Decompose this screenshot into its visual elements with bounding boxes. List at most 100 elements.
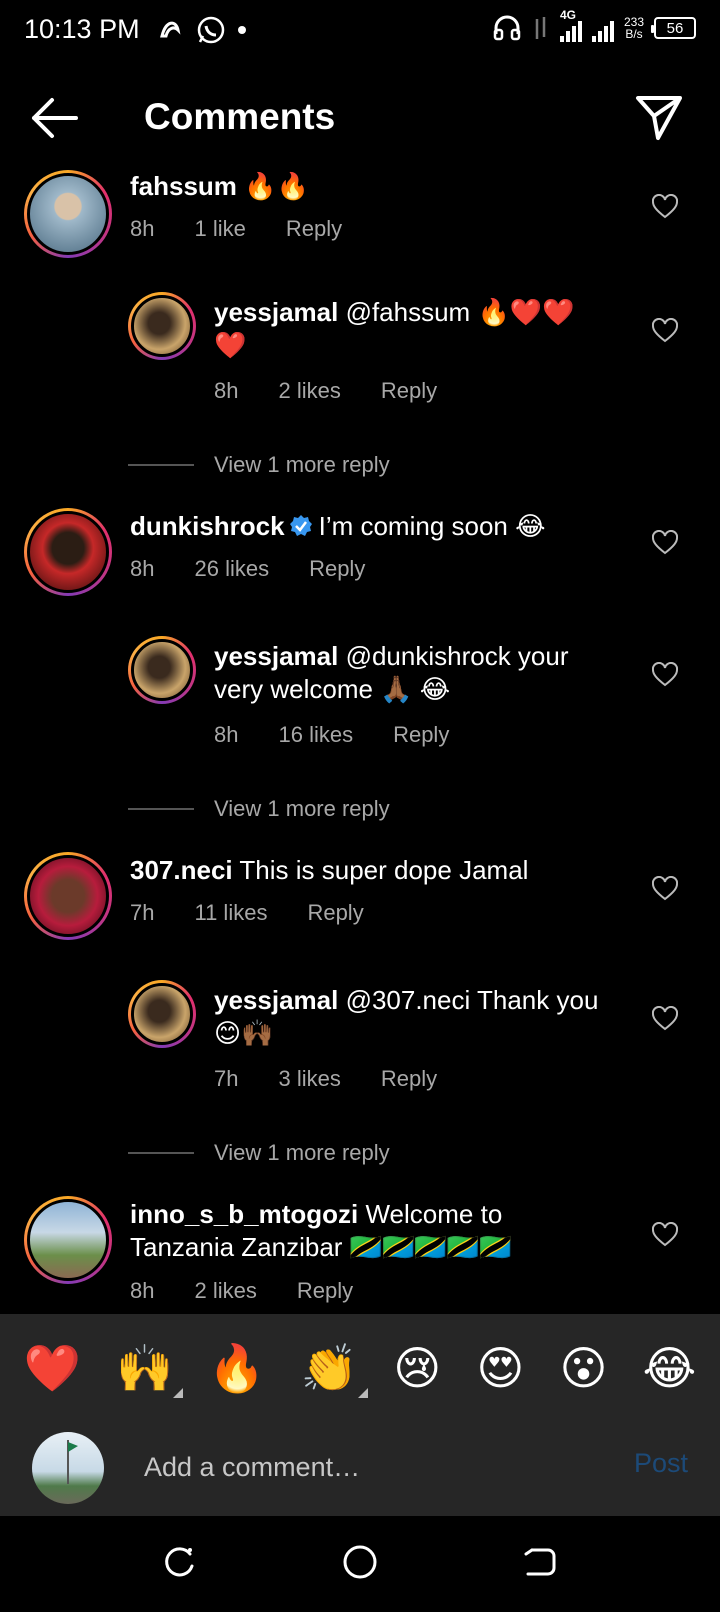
comment-body: 🔥🔥	[244, 171, 309, 201]
comment-input[interactable]	[144, 1444, 604, 1490]
emoji-heart-eyes[interactable]: 😍	[476, 1341, 524, 1395]
comment-username[interactable]: dunkishrock	[130, 511, 285, 541]
emoji-heart[interactable]: ❤️	[24, 1341, 81, 1396]
comment-meta: 8h 26 likes Reply	[130, 556, 405, 582]
view-more-replies[interactable]: View 1 more reply	[128, 1140, 390, 1166]
system-nav-bar	[0, 1516, 720, 1612]
reply-button[interactable]: Reply	[393, 722, 449, 748]
recents-icon[interactable]	[162, 1544, 198, 1580]
emoji-raised-hands[interactable]: 🙌	[115, 1340, 184, 1398]
emoji-crying[interactable]: 😢	[393, 1341, 441, 1395]
reply-button[interactable]: Reply	[307, 900, 363, 926]
reply-button[interactable]: Reply	[381, 1066, 437, 1092]
avatar[interactable]	[24, 508, 112, 596]
heart-icon[interactable]	[652, 1222, 678, 1248]
comment-username[interactable]: 307.neci	[130, 855, 233, 885]
view-more-replies[interactable]: View 1 more reply	[128, 452, 390, 478]
post-button[interactable]: Post	[634, 1448, 688, 1479]
comment-text: dunkishrock I’m coming soon 😂	[130, 510, 610, 543]
net-speed: 233 B/s	[624, 16, 644, 40]
reply-username[interactable]: yessjamal	[214, 297, 338, 327]
avatar[interactable]	[24, 1196, 112, 1284]
net-speed-unit: B/s	[625, 27, 643, 41]
comment-likes[interactable]: 26 likes	[194, 556, 269, 582]
reply-button[interactable]: Reply	[381, 378, 437, 404]
avatar[interactable]	[128, 292, 196, 360]
signal-icon: 4G	[559, 8, 614, 42]
view-more-replies[interactable]: View 1 more reply	[128, 796, 390, 822]
avatar[interactable]	[128, 980, 196, 1048]
flag-pole-icon	[67, 1440, 78, 1484]
comment-meta: 8h 1 like Reply	[130, 216, 382, 242]
status-right-icons: 4G 233 B/s 56	[492, 8, 696, 42]
comment-time: 8h	[130, 556, 155, 581]
reply-meta: 8h 16 likes Reply	[214, 722, 489, 748]
view-more-label: View 1 more reply	[214, 452, 390, 477]
comment-username[interactable]: fahssum	[130, 171, 237, 201]
avatar[interactable]	[128, 636, 196, 704]
reply-button[interactable]: Reply	[309, 556, 365, 582]
comment-likes[interactable]: 1 like	[194, 216, 245, 242]
comment-time: 8h	[130, 1278, 155, 1303]
comment-likes[interactable]: 2 likes	[194, 1278, 256, 1304]
status-time: 10:13 PM	[24, 14, 140, 44]
header: Comments	[0, 76, 720, 164]
add-comment-bar: Post	[0, 1422, 720, 1516]
reply-username[interactable]: yessjamal	[214, 641, 338, 671]
reply-text: yessjamal @fahssum 🔥❤️❤️❤️	[214, 296, 604, 362]
status-bar: 10:13 PM 4G 233 B/s 56	[0, 0, 720, 66]
comment-text: fahssum 🔥🔥	[130, 170, 610, 203]
reply-text: yessjamal @307.neci Thank you 😊🙌🏾	[214, 984, 614, 1050]
data-arrows-icon	[535, 17, 546, 39]
emoji-raised-hands-glyph: 🙌	[115, 1340, 174, 1395]
emoji-laughing[interactable]: 😂	[643, 1341, 697, 1395]
reply-time: 8h	[214, 378, 239, 403]
whatsapp-icon	[197, 16, 225, 44]
notification-dot	[238, 26, 246, 34]
reply-likes[interactable]: 3 likes	[278, 1066, 340, 1092]
reply-likes[interactable]: 16 likes	[278, 722, 353, 748]
network-type: 4G	[559, 8, 576, 22]
comment-username[interactable]: inno_s_b_mtogozi	[130, 1199, 358, 1229]
comment-body: I’m coming soon 😂	[318, 511, 546, 541]
heart-icon[interactable]	[652, 194, 678, 220]
avatar[interactable]	[24, 170, 112, 258]
arrow-left-icon[interactable]	[28, 96, 80, 140]
paper-plane-icon[interactable]	[634, 92, 684, 142]
emoji-fire[interactable]: 🔥	[208, 1341, 265, 1396]
skin-tone-indicator	[173, 1387, 184, 1398]
comments-list[interactable]: fahssum 🔥🔥 8h 1 like Reply yessjamal @fa…	[0, 164, 720, 1314]
home-icon[interactable]	[340, 1544, 380, 1584]
comment-body: This is super dope Jamal	[239, 855, 529, 885]
emoji-surprised[interactable]: 😮	[559, 1341, 607, 1395]
comment-likes[interactable]: 11 likes	[194, 900, 267, 926]
back-icon[interactable]	[522, 1544, 558, 1580]
avatar[interactable]	[24, 852, 112, 940]
reply-likes[interactable]: 2 likes	[278, 378, 340, 404]
reply-text: yessjamal @dunkishrock your very welcome…	[214, 640, 604, 706]
my-avatar	[32, 1432, 104, 1504]
reply-meta: 7h 3 likes Reply	[214, 1066, 477, 1092]
skin-tone-indicator	[358, 1387, 369, 1398]
reply-button[interactable]: Reply	[286, 216, 342, 242]
reply-time: 7h	[214, 1066, 239, 1091]
page-title: Comments	[144, 96, 336, 137]
comment-text: inno_s_b_mtogozi Welcome to Tanzania Zan…	[130, 1198, 570, 1264]
comment-time: 8h	[130, 216, 155, 241]
snapchat-icon	[160, 21, 181, 38]
view-more-label: View 1 more reply	[214, 796, 390, 821]
comment-meta: 7h 11 likes Reply	[130, 900, 404, 926]
heart-icon[interactable]	[652, 1006, 678, 1032]
heart-icon[interactable]	[652, 318, 678, 344]
reply-username[interactable]: yessjamal	[214, 985, 338, 1015]
reply-meta: 8h 2 likes Reply	[214, 378, 477, 404]
emoji-clap[interactable]: 👏	[300, 1340, 369, 1398]
heart-icon[interactable]	[652, 876, 678, 902]
reply-button[interactable]: Reply	[297, 1278, 353, 1304]
emoji-clap-glyph: 👏	[300, 1340, 359, 1395]
reply-time: 8h	[214, 722, 239, 747]
heart-icon[interactable]	[652, 662, 678, 688]
heart-icon[interactable]	[652, 530, 678, 556]
emoji-quick-bar: ❤️ 🙌 🔥 👏 😢 😍 😮 😂	[0, 1314, 720, 1422]
battery-indicator: 56	[651, 17, 696, 39]
